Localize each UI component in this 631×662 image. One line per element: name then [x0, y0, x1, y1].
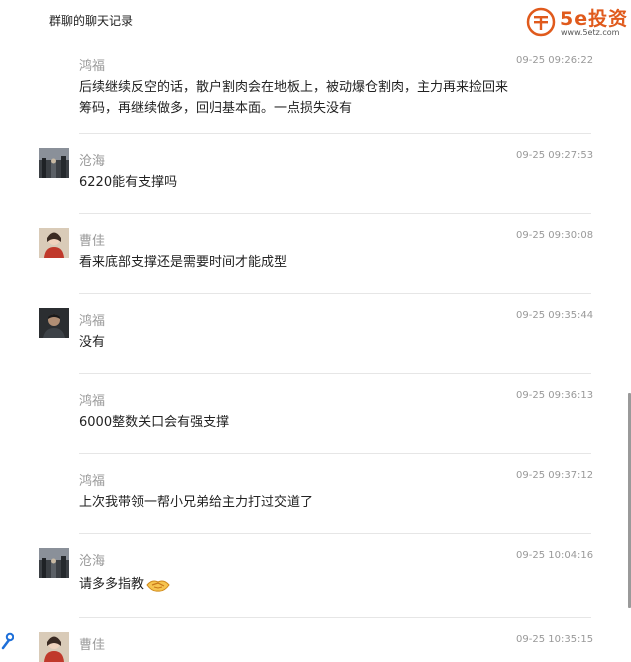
message-sender: 沧海	[79, 154, 106, 169]
message-divider	[79, 373, 591, 374]
message-divider	[79, 533, 591, 534]
message-sender: 鸿福	[79, 474, 106, 489]
street-photo-avatar[interactable]	[39, 148, 69, 178]
message-sender: 鸿福	[79, 394, 106, 409]
message-divider	[79, 453, 591, 454]
woman-red-avatar[interactable]	[39, 632, 69, 662]
message-sender: 沧海	[79, 554, 106, 569]
message-text-row: 请多多指教	[79, 574, 509, 595]
handshake-emoji-icon	[146, 580, 170, 592]
message-divider	[79, 617, 591, 618]
woman-red-avatar[interactable]	[39, 228, 69, 258]
message-divider	[79, 133, 591, 134]
wrench-icon[interactable]	[0, 630, 14, 650]
message-time: 09-25 09:26:22	[516, 55, 594, 66]
message-time: 09-25 09:35:44	[516, 310, 594, 321]
message-time: 09-25 10:35:15	[516, 634, 594, 645]
message-sender: 曹佳	[79, 234, 106, 249]
message-time: 09-25 10:04:16	[516, 550, 594, 561]
message-text: 6220能有支撑吗	[79, 175, 178, 190]
man-dark-avatar[interactable]	[39, 308, 69, 338]
message-text: 上次我带领一帮小兄弟给主力打过交道了	[79, 495, 314, 510]
message-sender: 曹佳	[79, 638, 106, 653]
message-divider	[79, 213, 591, 214]
message-divider	[79, 293, 591, 294]
message-text: 看来底部支撑还是需要时间才能成型	[79, 255, 288, 270]
message-text: 请多多指教	[79, 577, 145, 592]
message-list: 鸿福 09-25 09:26:22 后续继续反空的话，散户割肉会在地板上，被动爆…	[0, 0, 631, 662]
street-photo-avatar[interactable]	[39, 548, 69, 578]
message-text: 后续继续反空的话，散户割肉会在地板上，被动爆仓割肉，主力再来捡回来筹码，再继续做…	[79, 80, 509, 116]
message-text: 没有	[79, 335, 106, 350]
message-sender: 鸿福	[79, 314, 106, 329]
message-text: 6000整数关口会有强支撑	[79, 415, 230, 430]
message-time: 09-25 09:27:53	[516, 150, 594, 161]
message-sender: 鸿福	[79, 59, 106, 74]
message-time: 09-25 09:37:12	[516, 470, 594, 481]
message-time: 09-25 09:30:08	[516, 230, 594, 241]
message-time: 09-25 09:36:13	[516, 390, 594, 401]
